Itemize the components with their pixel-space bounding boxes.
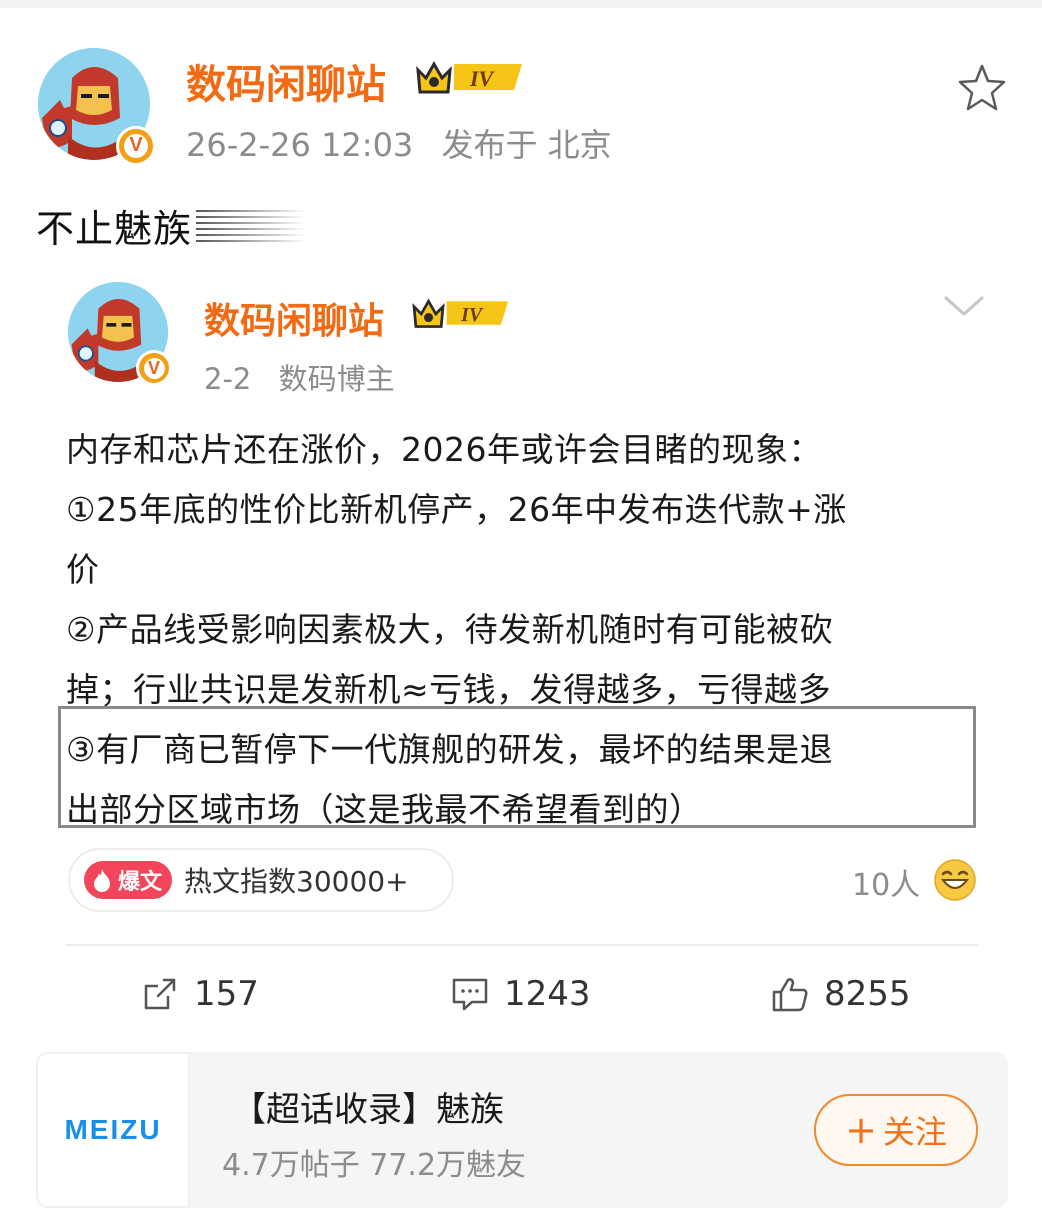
meizu-logo: MEIZU [36,1052,190,1208]
chevron-down-icon[interactable] [938,286,990,326]
repost-meta: 2-2 数码博主 [204,356,395,398]
text-fade-decoration [196,210,306,242]
author-name[interactable]: 数码闲聊站 [186,52,386,110]
comment-count: 1243 [504,974,591,1014]
laughing-emoji-icon[interactable] [933,858,977,902]
level-crown-badge-icon: IV [416,60,522,94]
level-crown-badge-icon: IV [412,298,509,328]
repost-line: 内存和芯片还在涨价，2026年或许会目睹的现象： [66,430,822,469]
hot-article-pill[interactable]: 爆文 热文指数30000+ [68,848,454,912]
meizu-logo-text: MEIZU [64,1114,162,1145]
follow-button[interactable]: + 关注 [814,1094,978,1166]
top-divider-bar [0,0,1042,8]
repost-line: ①25年底的性价比新机停产，26年中发布迭代款+涨 [66,490,847,529]
repost-line: 价 [66,550,100,589]
favorite-star-icon[interactable] [956,62,1008,114]
verified-badge-icon: V [116,126,156,166]
share-icon [144,978,176,1010]
author-avatar[interactable]: V [38,48,156,166]
comment-icon [452,978,488,1011]
level-text: IV [469,66,496,91]
post-text: 不止魅族 [36,207,193,251]
repost-button[interactable]: 157 [140,964,259,1024]
action-divider [66,944,978,946]
repost-author-name[interactable]: 数码闲聊站 [204,292,384,344]
hot-index-text: 热文指数30000+ [184,865,409,898]
like-button[interactable]: 8255 [770,964,911,1024]
reaction-count[interactable]: 10人 [852,860,920,904]
highlight-box [58,706,976,828]
plus-icon: + [845,1108,877,1152]
repost-count: 157 [194,974,259,1014]
thumbs-up-icon [772,978,808,1012]
post-meta: 26-2-26 12:03 发布于 北京 [186,120,612,166]
flame-icon [94,869,110,892]
repost-author-avatar[interactable]: V [68,282,172,386]
follow-label: 关注 [882,1113,947,1151]
topic-title: 【超话收录】魅族 [232,1090,504,1130]
verified-badge-icon: V [136,350,172,386]
post-timestamp: 26-2-26 12:03 [186,126,414,164]
topic-stats: 4.7万帖子 77.2万魅友 [222,1148,527,1183]
super-topic-card[interactable]: MEIZU 【超话收录】魅族 4.7万帖子 77.2万魅友 + 关注 [36,1052,1008,1208]
like-count: 8255 [824,974,911,1014]
hot-tag: 爆文 [84,861,173,899]
level-text: IV [460,304,484,326]
repost-source: 数码博主 [278,362,395,396]
post-location: 发布于 北京 [441,126,612,164]
repost-date: 2-2 [204,362,252,396]
hot-tag-label: 爆文 [118,870,163,895]
comment-button[interactable]: 1243 [450,964,591,1024]
repost-line: ②产品线受影响因素极大，待发新机随时有可能被砍 [66,610,834,649]
